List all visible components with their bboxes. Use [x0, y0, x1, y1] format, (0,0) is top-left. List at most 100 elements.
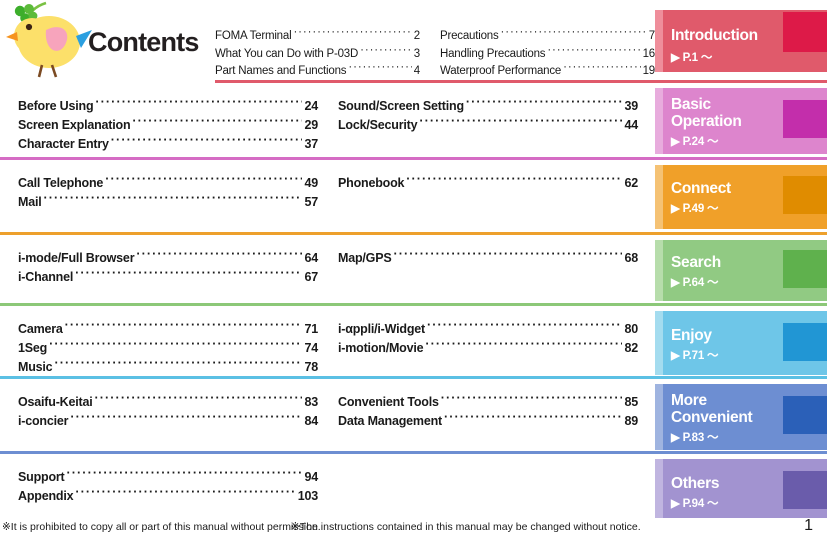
- toc-column-left: i-mode/Full Browser 64 i-Channel 67: [18, 249, 318, 287]
- toc-leader-dots: [95, 393, 303, 406]
- toc-entry-page: 83: [304, 395, 318, 409]
- section-tab-search[interactable]: Search ▶ P.64 ～: [655, 240, 827, 301]
- toc-entry[interactable]: Call Telephone 49: [18, 174, 318, 193]
- toc-entry[interactable]: Support 94: [18, 468, 318, 487]
- toc-column-left: Osaifu-Keitai 83 i-concier 84: [18, 393, 318, 431]
- toc-entry-title: Character Entry: [18, 137, 109, 151]
- section-divider: [0, 451, 827, 454]
- toc-entry[interactable]: Phonebook 62: [338, 174, 638, 193]
- toc-entry-page: 74: [304, 341, 318, 355]
- toc-leader-dots: [293, 26, 411, 39]
- tab-accent-strip: [655, 88, 663, 154]
- toc-leader-dots: [70, 412, 302, 425]
- toc-entry-page: 29: [304, 118, 318, 132]
- toc-entry-title: i-motion/Movie: [338, 341, 424, 355]
- toc-entry[interactable]: Screen Explanation 29: [18, 116, 318, 135]
- toc-entry[interactable]: Mail 57: [18, 193, 318, 212]
- section-tab-basic-operation[interactable]: Basic Operation ▶ P.24 ～: [655, 88, 827, 154]
- toc-leader-dots: [393, 249, 622, 262]
- toc-leader-dots: [419, 116, 622, 129]
- section-divider: [0, 232, 827, 235]
- toc-leader-dots: [65, 320, 303, 333]
- toc-entry[interactable]: Waterproof Performance 19: [440, 61, 655, 79]
- toc-entry-title: Mail: [18, 195, 42, 209]
- toc-entry[interactable]: Precautions7: [440, 26, 655, 44]
- tab-accent-strip: [655, 459, 663, 518]
- tab-label: Connect: [671, 180, 731, 197]
- toc-columns: Before Using 24 Screen Explanation 29 Charac…: [0, 84, 660, 158]
- section-tab-more-convenient[interactable]: More Convenient ▶ P.83 ～: [655, 384, 827, 450]
- toc-entry[interactable]: i-mode/Full Browser 64: [18, 249, 318, 268]
- toc-entry-page: 68: [624, 251, 638, 265]
- toc-entry[interactable]: Data Management 89: [338, 412, 638, 431]
- toc-entry[interactable]: 1Seg 74: [18, 339, 318, 358]
- toc-entry[interactable]: Map/GPS 68: [338, 249, 638, 268]
- toc-leader-dots: [75, 268, 302, 281]
- toc-entry[interactable]: i-αppli/i-Widget 80: [338, 320, 638, 339]
- toc-columns: Support 94 Appendix 103: [0, 455, 660, 518]
- toc-entry-title: FOMA Terminal: [215, 30, 292, 42]
- toc-leader-dots: [360, 44, 412, 57]
- section-tab-connect[interactable]: Connect ▶ P.49 ～: [655, 165, 827, 229]
- toc-leader-dots: [95, 97, 302, 110]
- toc-column-left: FOMA Terminal 2 What You can Do with P-03D…: [215, 26, 420, 79]
- toc-leader-dots: [67, 468, 303, 481]
- toc-entry[interactable]: Character Entry 37: [18, 135, 318, 154]
- toc-entry-page: 37: [304, 137, 318, 151]
- toc-entry[interactable]: Before Using 24: [18, 97, 318, 116]
- toc-entry-title: Before Using: [18, 99, 94, 113]
- tab-color-swatch: [783, 250, 827, 288]
- toc-entry[interactable]: Camera 71: [18, 320, 318, 339]
- toc-column-right: Map/GPS 68: [338, 249, 638, 268]
- tab-page-reference: ▶ P.24 ～: [671, 136, 719, 148]
- toc-leader-dots: [501, 26, 647, 39]
- toc-leader-dots: [105, 174, 302, 187]
- toc-entry-page: 24: [304, 99, 318, 113]
- tab-label: More Convenient: [671, 392, 753, 426]
- toc-entry[interactable]: Music 78: [18, 358, 318, 377]
- tab-label: Basic Operation: [671, 96, 742, 130]
- tab-color-swatch: [783, 12, 827, 52]
- toc-entry[interactable]: What You can Do with P-03D 3: [215, 44, 420, 62]
- toc-entry-title: Camera: [18, 322, 63, 336]
- toc-leader-dots: [563, 61, 641, 74]
- toc-entry[interactable]: Handling Precautions 16: [440, 44, 655, 62]
- toc-columns: i-mode/Full Browser 64 i-Channel 67 Map/GPS 6…: [0, 236, 660, 304]
- toc-entry[interactable]: i-concier 84: [18, 412, 318, 431]
- toc-entry-page: 39: [624, 99, 638, 113]
- toc-entry-page: 49: [304, 176, 318, 190]
- section-divider: [215, 80, 827, 83]
- toc-entry[interactable]: Appendix 103: [18, 487, 318, 506]
- toc-columns: FOMA Terminal 2 What You can Do with P-03D…: [0, 0, 660, 81]
- toc-entry-title: i-Channel: [18, 270, 74, 284]
- toc-leader-dots: [444, 412, 623, 425]
- toc-entry-page: 103: [297, 489, 318, 503]
- toc-entry[interactable]: i-Channel 67: [18, 268, 318, 287]
- toc-entry-page: 62: [624, 176, 638, 190]
- footer: ※It is prohibited to copy all or part of…: [0, 517, 827, 540]
- toc-leader-dots: [54, 358, 302, 371]
- page-number: 1: [804, 517, 813, 534]
- toc-entry[interactable]: Lock/Security 44: [338, 116, 638, 135]
- toc-entry-title: Music: [18, 360, 53, 374]
- toc-entry[interactable]: Convenient Tools 85: [338, 393, 638, 412]
- toc-entry[interactable]: Sound/Screen Setting 39: [338, 97, 638, 116]
- toc-entry-page: 71: [304, 322, 318, 336]
- toc-leader-dots: [111, 135, 303, 148]
- toc-column-right: Convenient Tools 85 Data Management 89: [338, 393, 638, 431]
- section-tab-introduction[interactable]: Introduction ▶ P.1 ～: [655, 10, 827, 72]
- tab-label: Others: [671, 475, 720, 492]
- toc-entry[interactable]: FOMA Terminal 2: [215, 26, 420, 44]
- toc-entry-title: Support: [18, 470, 65, 484]
- toc-entry[interactable]: Osaifu-Keitai 83: [18, 393, 318, 412]
- toc-column-left: Camera 71 1Seg 74 Music 78: [18, 320, 318, 377]
- toc-leader-dots: [547, 44, 640, 57]
- toc-entry-title: Waterproof Performance: [440, 65, 562, 77]
- section-divider: [0, 157, 827, 160]
- section-tab-others[interactable]: Others ▶ P.94 ～: [655, 459, 827, 518]
- toc-entry[interactable]: i-motion/Movie 82: [338, 339, 638, 358]
- section-tab-enjoy[interactable]: Enjoy ▶ P.71 ～: [655, 311, 827, 375]
- toc-column-right: Precautions7Handling Precautions16Waterp…: [440, 26, 655, 79]
- toc-entry[interactable]: Part Names and Functions 4: [215, 61, 420, 79]
- toc-column-left: Call Telephone 49 Mail 57: [18, 174, 318, 212]
